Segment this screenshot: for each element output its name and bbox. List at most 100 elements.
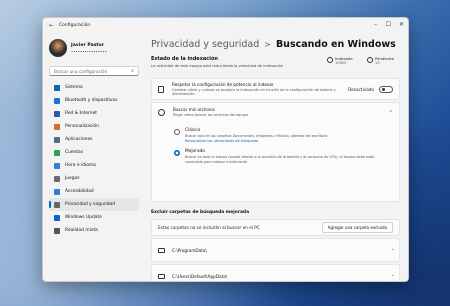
bluetooth-icon <box>54 97 60 104</box>
classic-title: Clásico <box>185 128 201 133</box>
sidebar-item-label: Aplicaciones <box>65 137 93 142</box>
folder-icon <box>158 247 165 253</box>
window-title: Configuración <box>59 22 91 28</box>
status-title: Estado de la indexación <box>151 56 218 62</box>
chevron-up-icon[interactable]: ⌃ <box>389 110 393 116</box>
search-input[interactable]: Buscar una configuración ⌕ <box>49 66 139 76</box>
sidebar-item-accesibilidad[interactable]: Accesibilidad <box>49 185 139 198</box>
add-excluded-folder-button[interactable]: Agregar una carpeta excluida <box>321 222 393 233</box>
page-title: Buscando en Windows <box>275 38 396 50</box>
excluded-section-title: Excluir carpetas de búsqueda mejorada <box>151 210 250 215</box>
indexed-icon <box>327 57 333 63</box>
system-icon <box>54 84 60 91</box>
title-bar: ← Configuración – ☐ ✕ <box>43 18 408 32</box>
profile-name: Javier Pastor <box>71 42 105 48</box>
search-icon: ⌕ <box>131 68 134 74</box>
shield-icon <box>54 201 60 208</box>
indexed-value: 10805 <box>335 61 347 65</box>
sidebar-item-sistema[interactable]: Sistema <box>49 81 139 94</box>
search-files-icon <box>158 109 165 116</box>
sidebar: Javier Pastor •••••••••••••••• Buscar un… <box>43 32 143 281</box>
pending-icon <box>367 57 373 63</box>
maximize-button[interactable]: ☐ <box>382 18 395 30</box>
find-files-expander: Buscar mis archivos Elegir cómo buscar l… <box>151 102 400 202</box>
indexing-status: Estado de la indexación La actividad de … <box>151 56 400 76</box>
sidebar-item-juegos[interactable]: Juegos <box>49 172 139 185</box>
apps-icon <box>54 136 60 143</box>
window-controls: – ☐ ✕ <box>369 18 408 30</box>
option-classic[interactable]: Clásico Buscar solo en las carpetas Docu… <box>152 128 399 143</box>
power-title: Respetar la configuración de potencia al… <box>172 81 274 87</box>
enhanced-title: Mejorado <box>185 149 205 155</box>
settings-window: ← Configuración – ☐ ✕ Javier Pastor ••••… <box>42 17 409 282</box>
enhanced-description: Buscar en todo el equipo (puede afectar … <box>185 155 375 164</box>
option-enhanced[interactable]: Mejorado Buscar en todo el equipo (puede… <box>152 149 399 164</box>
sidebar-item-label: Realidad mixta <box>65 228 98 233</box>
close-button[interactable]: ✕ <box>395 18 408 30</box>
classic-radio[interactable] <box>174 129 180 135</box>
mixed-reality-icon <box>54 227 60 234</box>
power-toggle[interactable] <box>379 85 393 93</box>
sidebar-item-label: Windows Update <box>65 215 102 220</box>
profile-email: •••••••••••••••• <box>71 48 107 54</box>
sidebar-item-aplicaciones[interactable]: Aplicaciones <box>49 133 139 146</box>
classic-description: Buscar solo en las carpetas Documentos, … <box>185 134 328 138</box>
breadcrumb-separator: > <box>264 39 271 49</box>
customize-locations-link[interactable]: Personalizar las ubicaciones de búsqueda <box>185 139 385 143</box>
sidebar-item-red-internet[interactable]: Red & Internet <box>49 107 139 120</box>
more-options-icon[interactable]: ··· <box>391 273 394 279</box>
find-files-description: Elegir cómo buscar los archivos del equi… <box>173 113 248 118</box>
main-content: Privacidad y seguridad > Buscando en Win… <box>147 32 408 281</box>
indexed-counter: Indexado 10805 <box>327 56 353 65</box>
accessibility-icon <box>54 188 60 195</box>
sidebar-item-label: Privacidad y seguridad <box>65 202 116 207</box>
clock-icon <box>54 162 60 169</box>
battery-icon <box>158 85 164 93</box>
folder-path: C:\ProgramData\ <box>172 247 207 253</box>
brush-icon <box>54 123 60 130</box>
sidebar-item-label: Personalización <box>65 124 99 129</box>
sidebar-item-label: Cuentas <box>65 150 84 155</box>
sidebar-item-label: Sistema <box>65 85 83 90</box>
enhanced-radio[interactable] <box>174 150 180 157</box>
sidebar-item-bluetooth-y-dispositivos[interactable]: Bluetooth y dispositivos <box>49 94 139 107</box>
search-placeholder: Buscar una configuración <box>54 68 108 74</box>
excluded-folder-row: C:\Users\Default\AppData\ ··· <box>151 264 400 281</box>
sidebar-item-label: Red & Internet <box>65 111 97 116</box>
minimize-button[interactable]: – <box>369 18 382 30</box>
excluded-row-text: Estas carpetas no se incluirán al buscar… <box>158 225 260 230</box>
pending-value: 13 <box>375 61 380 65</box>
sidebar-item-cuentas[interactable]: Cuentas <box>49 146 139 159</box>
excluded-folder-row: C:\ProgramData\ ··· <box>151 238 400 262</box>
network-icon <box>54 110 60 117</box>
power-setting-row: Respetar la configuración de potencia al… <box>151 78 400 100</box>
sidebar-item-label: Hora e idioma <box>65 163 96 168</box>
accounts-icon <box>54 149 60 156</box>
sidebar-nav: Sistema Bluetooth y dispositivos Red & Int… <box>49 81 139 237</box>
toggle-state-label: Desactivado <box>348 86 374 92</box>
status-description: La actividad de este equipo está reducie… <box>151 64 284 68</box>
sidebar-item-realidad-mixta[interactable]: Realidad mixta <box>49 224 139 237</box>
folder-icon <box>158 273 165 279</box>
gamepad-icon <box>54 175 60 182</box>
user-profile[interactable]: Javier Pastor •••••••••••••••• <box>49 35 139 61</box>
back-arrow-icon[interactable]: ← <box>49 22 54 29</box>
sidebar-item-label: Juegos <box>65 176 80 181</box>
excluded-header-row: Estas carpetas no se incluirán al buscar… <box>151 219 400 236</box>
sidebar-item-windows-update[interactable]: Windows Update <box>49 211 139 224</box>
breadcrumb: Privacidad y seguridad > Buscando en Win… <box>151 36 400 52</box>
folder-path: C:\Users\Default\AppData\ <box>172 273 228 279</box>
power-description: Cambiar cómo y cuándo se produce la inde… <box>172 87 336 97</box>
avatar <box>49 39 67 57</box>
sidebar-item-label: Bluetooth y dispositivos <box>65 98 118 103</box>
update-icon <box>54 214 60 221</box>
pending-counter: Pendiente 13 <box>367 56 394 65</box>
sidebar-item-privacidad-y-seguridad[interactable]: Privacidad y seguridad <box>49 198 139 211</box>
find-files-header[interactable]: Buscar mis archivos Elegir cómo buscar l… <box>152 103 399 122</box>
sidebar-item-label: Accesibilidad <box>65 189 94 194</box>
breadcrumb-parent[interactable]: Privacidad y seguridad <box>151 39 259 50</box>
sidebar-item-personalización[interactable]: Personalización <box>49 120 139 133</box>
sidebar-item-hora-e-idioma[interactable]: Hora e idioma <box>49 159 139 172</box>
find-files-title: Buscar mis archivos <box>173 107 215 113</box>
more-options-icon[interactable]: ··· <box>391 247 394 253</box>
